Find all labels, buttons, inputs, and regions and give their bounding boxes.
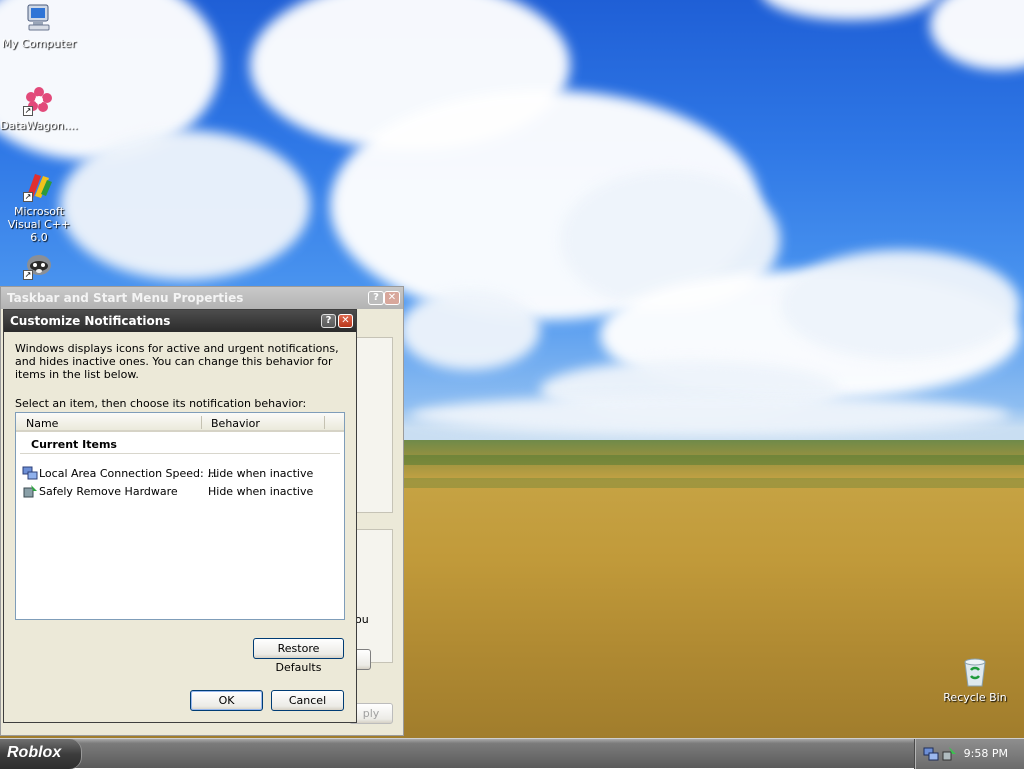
shortcut-arrow-icon: ↗ <box>23 192 33 202</box>
desktop-icon-label: DataWagon.... <box>0 119 78 132</box>
column-divider[interactable] <box>201 416 202 429</box>
desktop-icon-label: Microsoft Visual C++ 6.0 <box>7 205 71 244</box>
safely-remove-hardware-icon[interactable] <box>941 746 957 762</box>
network-connection-icon <box>22 465 38 481</box>
shortcut-arrow-icon: ↗ <box>23 106 33 116</box>
group-divider <box>20 453 340 454</box>
recycle-bin-icon <box>959 656 991 688</box>
network-connection-icon[interactable] <box>923 746 939 762</box>
close-icon[interactable]: ✕ <box>384 291 400 305</box>
list-item[interactable]: Local Area Connection Speed: ... Hide wh… <box>20 465 342 482</box>
raccoon-icon: ↗ <box>23 248 55 280</box>
desktop-icon-label: Recycle Bin <box>943 691 1007 704</box>
partial-text: ou <box>355 613 369 626</box>
cancel-button[interactable]: Cancel <box>271 690 344 711</box>
help-icon[interactable]: ? <box>368 291 384 305</box>
dialog-titlebar[interactable]: Customize Notifications ? ✕ <box>4 310 356 332</box>
desktop-icon-visual-cpp[interactable]: ↗ Microsoft Visual C++ 6.0 <box>0 170 78 244</box>
dialog-title: Customize Notifications <box>10 314 171 328</box>
restore-defaults-button[interactable]: Restore Defaults <box>253 638 344 674</box>
system-tray: 9:58 PM <box>914 739 1024 769</box>
desktop-icon-datawagon[interactable]: ↗ DataWagon.... <box>0 84 78 132</box>
group-panel <box>351 337 393 513</box>
item-name: Safely Remove Hardware <box>39 485 178 498</box>
column-header-behavior[interactable]: Behavior <box>211 417 260 430</box>
column-header-name[interactable]: Name <box>26 417 58 430</box>
group-panel <box>351 529 393 663</box>
desktop-icon-raccoon[interactable]: ↗ <box>0 248 78 283</box>
instruction-label: Select an item, then choose its notifica… <box>15 397 307 410</box>
start-button[interactable]: Roblox <box>0 739 82 769</box>
desktop-icon-label: My Computer <box>1 37 77 50</box>
computer-icon <box>23 2 55 34</box>
visual-cpp-icon: ↗ <box>23 170 55 202</box>
group-header: Current Items <box>31 438 117 451</box>
desktop-icon-my-computer[interactable]: My Computer <box>0 2 78 50</box>
safely-remove-hardware-icon <box>22 483 38 499</box>
list-header: Name Behavior <box>16 413 344 432</box>
ok-button[interactable]: OK <box>190 690 263 711</box>
shortcut-arrow-icon: ↗ <box>23 270 33 280</box>
dialog-description: Windows displays icons for active and ur… <box>15 342 339 381</box>
taskbar: Roblox 9:58 PM <box>0 738 1024 769</box>
list-item[interactable]: Safely Remove Hardware Hide when inactiv… <box>20 483 342 500</box>
item-name: Local Area Connection Speed: ... <box>39 467 218 480</box>
window-title: Taskbar and Start Menu Properties <box>1 287 403 309</box>
clock[interactable]: 9:58 PM <box>964 747 1008 760</box>
item-behavior[interactable]: Hide when inactive <box>208 485 313 498</box>
customize-notifications-dialog: Customize Notifications ? ✕ Windows disp… <box>3 309 357 723</box>
desktop-icon-recycle-bin[interactable]: Recycle Bin <box>936 656 1014 704</box>
close-icon[interactable]: ✕ <box>338 314 353 328</box>
column-divider[interactable] <box>324 416 325 429</box>
help-icon[interactable]: ? <box>321 314 336 328</box>
item-behavior[interactable]: Hide when inactive <box>208 467 313 480</box>
datawagon-icon: ↗ <box>23 84 55 116</box>
notification-items-list[interactable]: Name Behavior Current Items Local Area C… <box>15 412 345 620</box>
